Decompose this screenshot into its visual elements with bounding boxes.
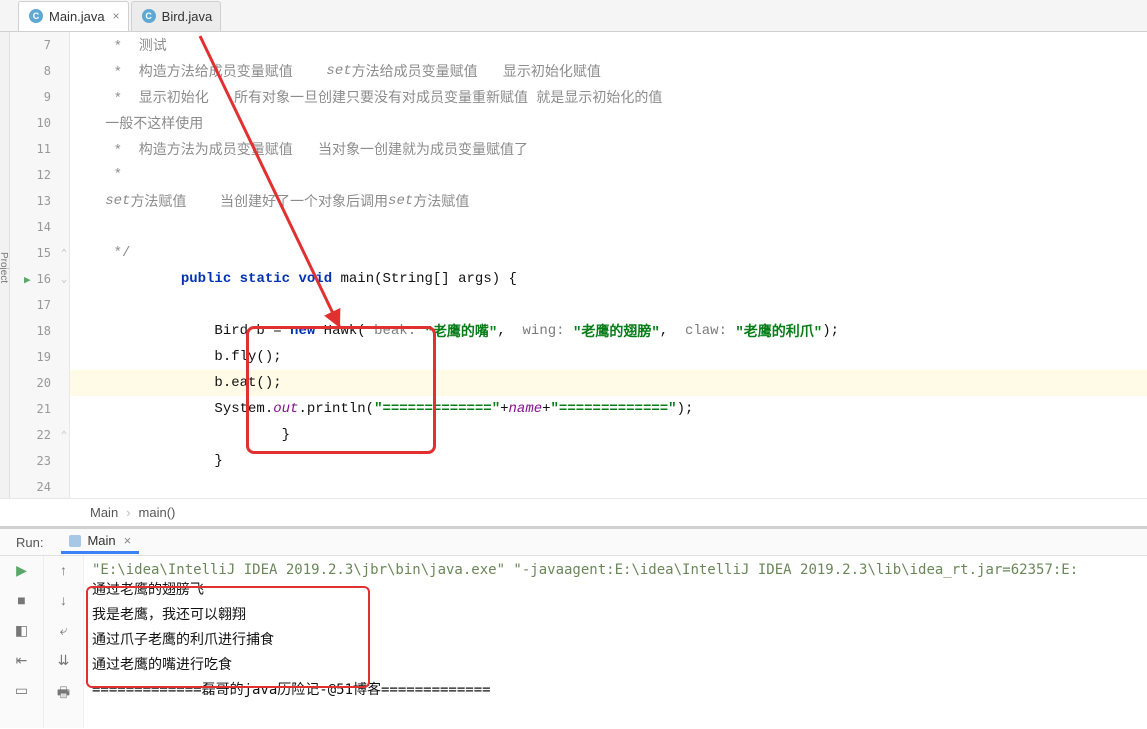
- line-number: 23: [10, 448, 69, 474]
- line-number: 22⌃: [10, 422, 69, 448]
- line-number: 24: [10, 474, 69, 500]
- run-label: Run:: [16, 535, 43, 550]
- editor-area: Project 7 8 9 10 11 12 13 14 15⌃ ▶16⌄ 17…: [0, 32, 1147, 498]
- console-line: =============磊哥的java历险记-@51博客===========…: [92, 678, 1139, 703]
- wrap-icon[interactable]: ⤶: [56, 622, 72, 638]
- line-number: 18: [10, 318, 69, 344]
- print-icon[interactable]: 🖶: [56, 682, 72, 698]
- code-editor[interactable]: * 测试 * 构造方法给成员变量赋值 set方法给成员变量赋值 显示初始化赋值 …: [70, 32, 1147, 498]
- breadcrumb-method[interactable]: main(): [139, 505, 176, 520]
- chevron-right-icon: ›: [126, 505, 130, 520]
- editor-tabs: C Main.java × C Bird.java: [0, 0, 1147, 32]
- line-number: 11: [10, 136, 69, 162]
- run-tab-main[interactable]: Main ×: [61, 530, 139, 554]
- line-number: 14: [10, 214, 69, 240]
- close-icon[interactable]: ×: [113, 9, 120, 23]
- line-number: 13: [10, 188, 69, 214]
- line-number: 17: [10, 292, 69, 318]
- run-config-icon: [69, 535, 81, 547]
- console-command: "E:\idea\IntelliJ IDEA 2019.2.3\jbr\bin\…: [92, 562, 1139, 578]
- console-line: 通过老鹰的翅膀飞: [92, 578, 1139, 603]
- line-number: 7: [10, 32, 69, 58]
- up-icon[interactable]: ↑: [56, 562, 72, 578]
- project-tool-label[interactable]: Project: [0, 32, 10, 498]
- run-tool-column-2: ↑ ↓ ⤶ ⇊ 🖶: [44, 556, 84, 728]
- line-number: 12: [10, 162, 69, 188]
- class-icon: C: [29, 9, 43, 23]
- fold-icon[interactable]: ⌄: [61, 274, 67, 285]
- line-number: 19: [10, 344, 69, 370]
- run-tool-column-1: ▶ ■ ◧ ⇤ ▭: [0, 556, 44, 728]
- rerun-icon[interactable]: ▶: [14, 562, 30, 578]
- line-number: 15⌃: [10, 240, 69, 266]
- camera-icon[interactable]: ◧: [14, 622, 30, 638]
- breadcrumb-class[interactable]: Main: [90, 505, 118, 520]
- fold-icon[interactable]: ⌃: [61, 248, 67, 259]
- console-line: 通过爪子老鹰的利爪进行捕食: [92, 628, 1139, 653]
- scroll-icon[interactable]: ⇊: [56, 652, 72, 668]
- tab-main-java[interactable]: C Main.java ×: [18, 1, 129, 31]
- line-number: 9: [10, 84, 69, 110]
- console-panel: ▶ ■ ◧ ⇤ ▭ ↑ ↓ ⤶ ⇊ 🖶 "E:\idea\IntelliJ ID…: [0, 556, 1147, 728]
- console-line: 我是老鹰，我还可以翱翔: [92, 603, 1139, 628]
- class-icon: C: [142, 9, 156, 23]
- console-output[interactable]: "E:\idea\IntelliJ IDEA 2019.2.3\jbr\bin\…: [84, 556, 1147, 728]
- run-tool-bar: Run: Main ×: [0, 526, 1147, 556]
- tab-label: Main.java: [49, 9, 105, 24]
- line-number: 20: [10, 370, 69, 396]
- gutter: 7 8 9 10 11 12 13 14 15⌃ ▶16⌄ 17 18 19 2…: [10, 32, 70, 498]
- tab-bird-java[interactable]: C Bird.java: [131, 1, 222, 31]
- tab-label: Bird.java: [162, 9, 213, 24]
- run-tab-label: Main: [87, 533, 115, 548]
- line-number: ▶16⌄: [10, 266, 69, 292]
- line-number: 8: [10, 58, 69, 84]
- breadcrumb: Main › main(): [0, 498, 1147, 526]
- trash-icon[interactable]: ▭: [14, 682, 30, 698]
- close-icon[interactable]: ×: [124, 533, 132, 548]
- exit-icon[interactable]: ⇤: [14, 652, 30, 668]
- fold-icon[interactable]: ⌃: [61, 430, 67, 441]
- console-line: 通过老鹰的嘴进行吃食: [92, 653, 1139, 678]
- down-icon[interactable]: ↓: [56, 592, 72, 608]
- stop-icon[interactable]: ■: [14, 592, 30, 608]
- run-gutter-icon[interactable]: ▶: [24, 273, 31, 286]
- line-number: 21: [10, 396, 69, 422]
- line-number: 10: [10, 110, 69, 136]
